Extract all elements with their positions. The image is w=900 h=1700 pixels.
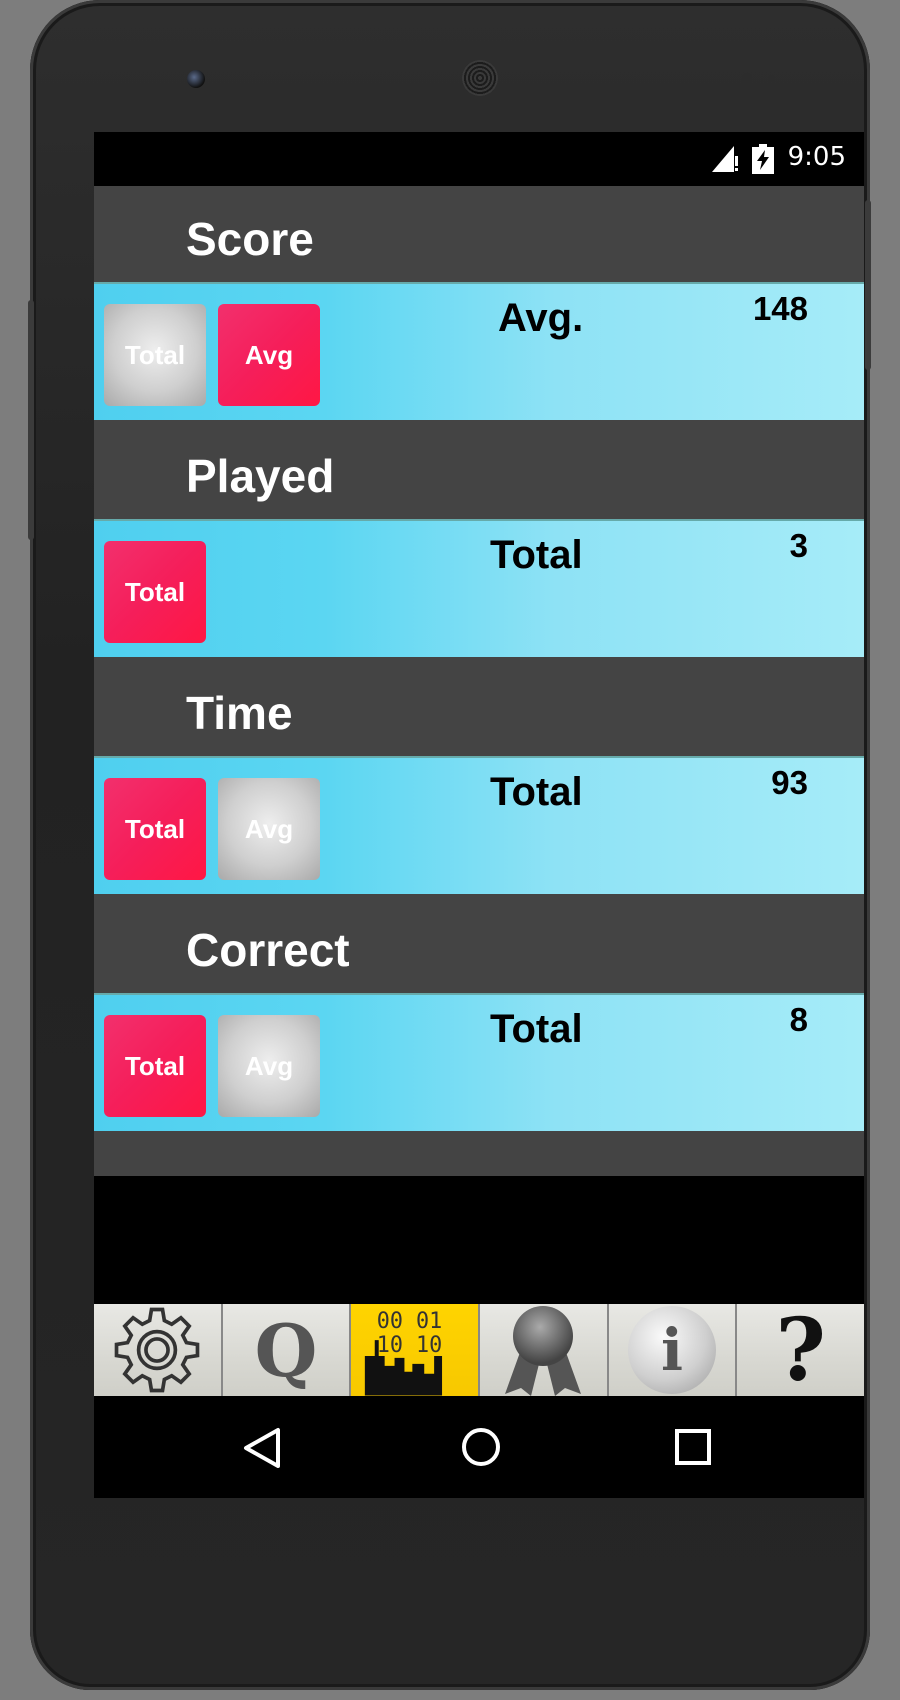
score-value: 148: [752, 290, 808, 327]
tab-awards[interactable]: [480, 1304, 609, 1396]
tab-stats[interactable]: 00 01 10 10: [351, 1304, 481, 1396]
played-metric-label: Total: [490, 533, 583, 577]
time-row: Total Avg Total 93: [94, 756, 864, 894]
score-avg-button[interactable]: Avg: [218, 304, 320, 406]
quiz-q-icon: Q: [254, 1307, 318, 1393]
section-title-correct: Correct: [186, 924, 350, 976]
gear-icon: [115, 1307, 200, 1393]
score-row: Total Avg Avg. 148: [94, 282, 864, 420]
score-metric-label: Avg.: [498, 296, 584, 340]
correct-metric-label: Total: [490, 1007, 583, 1051]
volume-button: [865, 200, 871, 370]
stats-content[interactable]: Score Total Avg Avg. 148 Played Total To…: [94, 186, 864, 1176]
stats-icon-line-1: 00 01: [377, 1309, 443, 1334]
earpiece-speaker: [462, 60, 498, 96]
correct-row: Total Avg Total 8: [94, 993, 864, 1131]
score-total-button[interactable]: Total: [104, 304, 206, 406]
played-value: 3: [789, 527, 808, 564]
tab-info[interactable]: i: [608, 1304, 738, 1396]
time-metric-label: Total: [490, 770, 583, 814]
time-avg-button[interactable]: Avg: [218, 778, 320, 880]
tab-quiz[interactable]: Q: [222, 1304, 352, 1396]
correct-value: 8: [789, 1001, 808, 1038]
ad-area: [94, 1176, 864, 1304]
info-icon: i: [628, 1306, 717, 1394]
correct-avg-button[interactable]: Avg: [218, 1015, 320, 1117]
stats-icon-line-2: 10 10: [377, 1333, 443, 1358]
time-total-button[interactable]: Total: [104, 778, 206, 880]
bottom-tab-bar: Q 00 01 10 10 i ?: [94, 1304, 864, 1396]
correct-total-button[interactable]: Total: [104, 1015, 206, 1117]
light-sensor: [768, 75, 775, 82]
status-bar: 9:05: [94, 132, 864, 186]
played-total-button[interactable]: Total: [104, 541, 206, 643]
battery-charging-icon: [752, 144, 774, 174]
proximity-sensor: [742, 73, 752, 83]
system-nav-bar: [94, 1396, 864, 1498]
tab-settings[interactable]: [94, 1304, 223, 1396]
screen: 9:05 Score Total Avg Avg. 148 Played Tot…: [94, 132, 864, 1498]
status-time: 9:05: [787, 142, 846, 172]
recents-icon[interactable]: [674, 1428, 712, 1466]
section-title-played: Played: [186, 450, 335, 502]
stats-icon: 00 01 10 10: [365, 1309, 443, 1396]
home-icon[interactable]: [460, 1426, 502, 1468]
tab-help[interactable]: ?: [737, 1304, 864, 1396]
award-ribbon-icon: [505, 1306, 582, 1396]
power-button: [28, 300, 34, 540]
phone-frame: 9:05 Score Total Avg Avg. 148 Played Tot…: [28, 0, 871, 1690]
time-value: 93: [771, 764, 808, 801]
help-icon: ?: [775, 1304, 826, 1396]
front-camera: [187, 70, 205, 88]
played-row: Total Total 3: [94, 519, 864, 657]
back-icon[interactable]: [242, 1426, 282, 1470]
signal-icon: [712, 146, 738, 172]
section-title-score: Score: [186, 213, 314, 265]
section-title-time: Time: [186, 687, 293, 739]
info-glyph: i: [660, 1316, 684, 1384]
